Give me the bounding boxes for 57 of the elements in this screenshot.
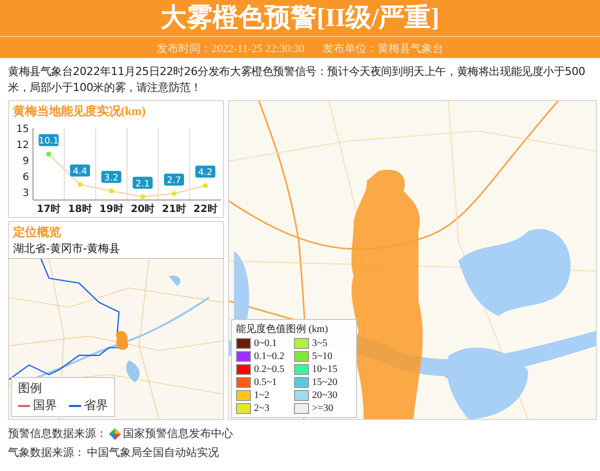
warning-message: 黄梅县气象台2022年11月25日22时26分发布大雾橙色预警信号：预计今天夜间到明天上午，黄梅将出现能见度小于500米，局部小于100米的雾，请注意防范！ — [8, 64, 586, 96]
data-point — [140, 194, 146, 200]
legend-label: 0.5~1 — [254, 377, 277, 388]
source-name: 中国气象局全国自动站实况 — [87, 445, 219, 460]
data-label: 4.2 — [195, 166, 216, 178]
legend-label: 2~3 — [254, 403, 270, 414]
legend-label: 0~0.1 — [254, 338, 277, 349]
data-label: 2.1 — [136, 179, 150, 190]
data-point — [202, 183, 208, 188]
data-label: 2.1 — [132, 176, 153, 190]
panel-title: 定位概览 — [12, 224, 62, 241]
data-point — [172, 191, 176, 196]
y-axis: 3 6 9 12 15 — [16, 124, 34, 200]
y-tick-label: 12 — [16, 140, 29, 151]
legend-label: 0.2~0.5 — [254, 364, 284, 375]
legend-label: 15~20 — [312, 377, 338, 388]
diamond-logo-icon — [109, 428, 121, 440]
data-point — [46, 152, 52, 157]
source-name: 国家预警信息发布中心 — [123, 426, 233, 441]
legend-label: 20~30 — [312, 390, 338, 401]
legend-label: 3~5 — [312, 338, 328, 349]
data-label: 10.1 — [38, 136, 59, 147]
x-tick-label: 21时 — [162, 204, 186, 215]
y-tick-label: 15 — [16, 124, 29, 135]
data-point — [78, 182, 82, 188]
data-label: 10.1 — [38, 134, 59, 147]
data-point — [108, 188, 114, 194]
source-label: 预警信息数据来源： — [8, 426, 107, 441]
x-tick-label: 19时 — [99, 204, 124, 215]
legend-label: 5~10 — [312, 351, 332, 362]
data-label: 4.4 — [70, 164, 90, 178]
x-tick-label: 20时 — [130, 204, 155, 215]
legend-label: 国界 — [33, 397, 57, 414]
data-label: 3.2 — [101, 170, 122, 184]
source-label: 气象数据来源： — [8, 445, 85, 460]
legend-title: 图例 — [18, 380, 43, 397]
data-label: 2.7 — [164, 174, 184, 186]
x-tick-label: 18时 — [68, 204, 92, 215]
publish-time: 发布时间：2022-11-25 22:30:30 — [156, 42, 304, 56]
data-label: 2.7 — [166, 176, 182, 186]
publisher: 发布单位：黄梅县气象台 — [322, 42, 444, 56]
y-tick-label: 9 — [22, 156, 29, 167]
data-label: 3.2 — [104, 173, 118, 184]
panel-title: 黄梅当地能见度实况(km) — [12, 103, 147, 120]
data-label: 4.4 — [72, 167, 88, 178]
warning-title: 大雾橙色预警[II级/严重] — [0, 0, 600, 37]
x-tick-label: 22时 — [193, 204, 218, 215]
legend-label: 1~2 — [254, 390, 270, 401]
x-tick-label: 17时 — [36, 204, 61, 215]
legend-label: 0.1~0.2 — [254, 351, 284, 362]
data-label: 4.2 — [198, 168, 212, 178]
legend-label: 省界 — [84, 397, 108, 414]
legend-title: 能见度色值图例 (km) — [236, 322, 329, 336]
legend-label: 10~15 — [312, 364, 338, 375]
legend-label: >=30 — [312, 403, 334, 414]
y-tick-label: 3 — [22, 188, 29, 199]
y-tick-label: 6 — [22, 172, 29, 183]
